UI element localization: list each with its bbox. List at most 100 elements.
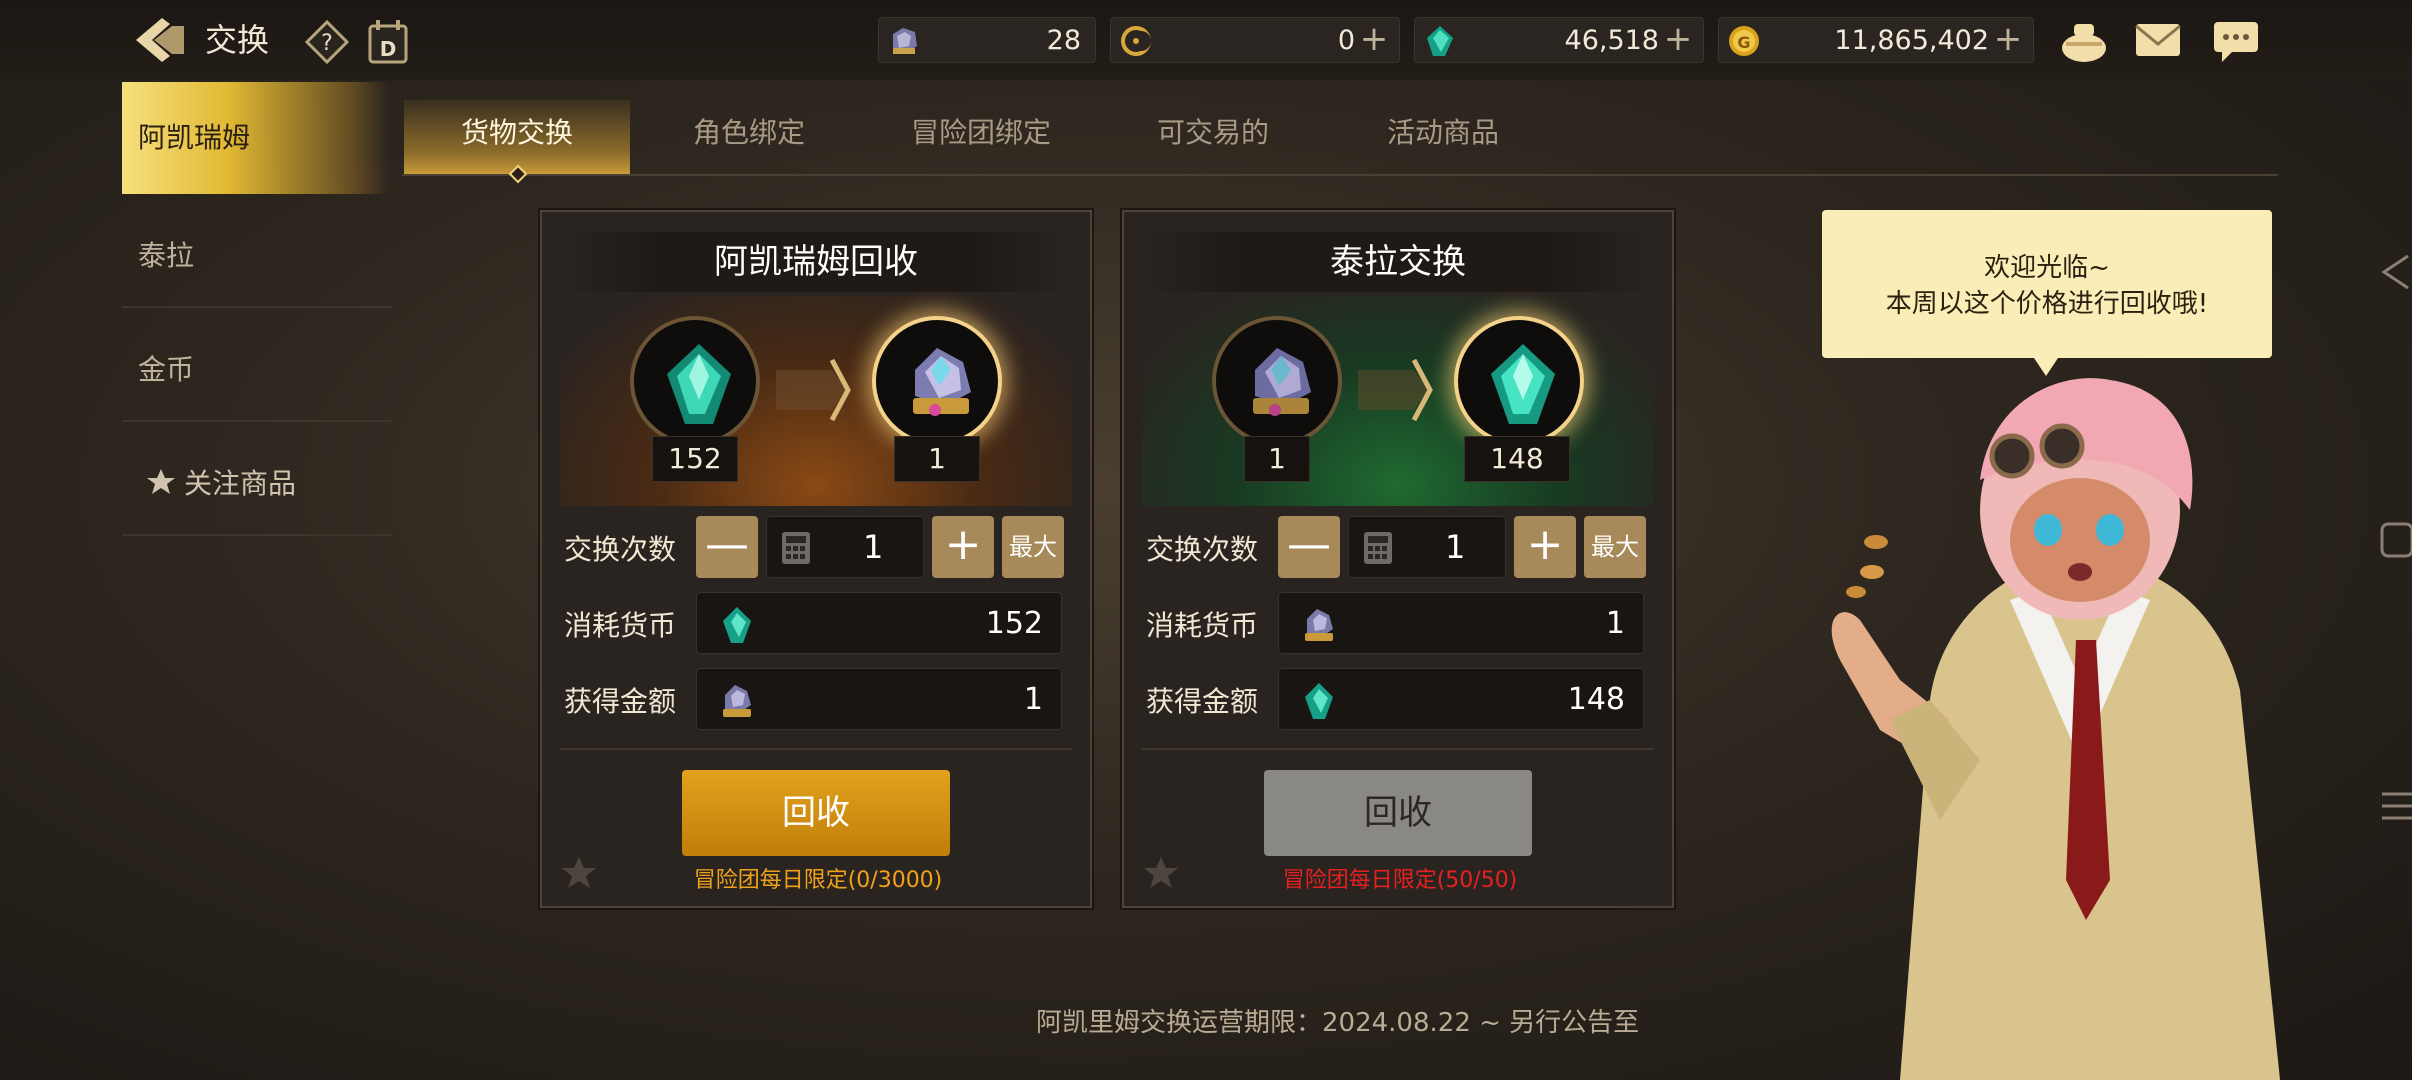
target-item	[872, 316, 1002, 446]
currency-value: 0	[1337, 25, 1355, 56]
footer-period-text: 阿凯里姆交换运营期限：2024.08.22 ~ 另行公告至	[1036, 1008, 1640, 1038]
back-icon[interactable]	[132, 14, 188, 66]
svg-text:?: ?	[321, 31, 333, 56]
green-gem-icon	[1427, 26, 1453, 56]
tabs-divider	[402, 174, 2278, 176]
target-item	[1454, 316, 1584, 446]
count-value: 1	[863, 528, 884, 566]
exchange-visual: 152 1	[560, 296, 1072, 506]
cost-value: 152	[985, 606, 1043, 641]
tab-character-bound[interactable]: 角色绑定	[636, 100, 862, 174]
svg-text:G: G	[1737, 33, 1750, 52]
sidebar-item-label: 金币	[138, 353, 195, 386]
currency-moon: 0 +	[1110, 17, 1400, 63]
increase-button[interactable]: +	[1514, 516, 1576, 578]
cost-label: 消耗货币	[1146, 609, 1259, 642]
help-icon[interactable]: ?	[304, 19, 350, 65]
fragment-crystal-icon	[1253, 348, 1311, 416]
source-item	[630, 316, 760, 446]
npc-message: 本周以这个价格进行回收哦!	[1885, 289, 2209, 319]
exchange-panel-akerim: 阿凯瑞姆回收 152 1 交换次数 — 1 + 最大 消耗货币 152 获得金额…	[538, 208, 1094, 910]
max-button[interactable]: 最大	[1584, 516, 1646, 578]
sidebar-item-label: 关注商品	[184, 467, 297, 500]
decrease-button[interactable]: —	[696, 516, 758, 578]
sidebar-item-tera[interactable]: 泰拉	[122, 196, 392, 308]
fragment-crystal-icon	[723, 685, 751, 717]
arrow-right-icon	[776, 350, 856, 430]
sidebar-item-label-wrap: 关注商品	[146, 462, 296, 502]
calculator-icon[interactable]	[1363, 531, 1393, 565]
currency-value: 46,518	[1564, 25, 1659, 56]
gain-field: 1	[696, 668, 1062, 730]
gain-value: 1	[1023, 682, 1043, 717]
divider	[560, 748, 1072, 750]
count-input[interactable]: 1	[766, 516, 924, 578]
green-gem-icon	[1491, 344, 1555, 424]
divider	[1142, 748, 1654, 750]
add-currency-button[interactable]: +	[1357, 22, 1391, 56]
cost-field: 152	[696, 592, 1062, 654]
npc-speech-bubble: 欢迎光临~ 本周以这个价格进行回收哦!	[1822, 210, 2272, 376]
moon-coin-icon	[1121, 26, 1151, 56]
target-quantity: 1	[894, 436, 980, 482]
target-quantity: 148	[1464, 436, 1570, 482]
gain-label: 获得金额	[564, 685, 677, 718]
gain-field: 148	[1278, 668, 1644, 730]
currency-gem: 46,518 +	[1414, 17, 1704, 63]
currency-gold: G 11,865,402 +	[1718, 17, 2034, 63]
tab-tradable[interactable]: 可交易的	[1100, 100, 1326, 174]
panel-title: 阿凯瑞姆回收	[560, 232, 1072, 292]
sidebar-item-label: 阿凯瑞姆	[138, 121, 251, 154]
source-item	[1212, 316, 1342, 446]
currency-fragment: 28	[878, 17, 1096, 63]
fragment-crystal-icon	[913, 348, 971, 416]
source-quantity: 152	[652, 436, 738, 482]
tab-adventure-bound[interactable]: 冒险团绑定	[868, 100, 1094, 174]
system-recents-icon[interactable]	[2378, 786, 2412, 826]
calculator-icon[interactable]	[781, 531, 811, 565]
exchange-panel-tera: 泰拉交换 1 148 交换次数 — 1 + 最大 消耗货币 1 获得金额 148…	[1120, 208, 1676, 910]
currency-value: 11,865,402	[1834, 25, 1989, 56]
count-label: 交换次数	[564, 533, 677, 566]
npc-character	[1831, 378, 2280, 1080]
chat-icon[interactable]	[2210, 14, 2262, 66]
cost-field: 1	[1278, 592, 1644, 654]
sidebar-item-favorites[interactable]: 关注商品	[122, 424, 392, 536]
count-value: 1	[1445, 528, 1466, 566]
green-gem-icon	[667, 344, 731, 424]
calendar-icon[interactable]: D	[366, 18, 410, 66]
sidebar-item-akerim[interactable]: 阿凯瑞姆	[122, 82, 390, 194]
star-icon	[147, 469, 175, 494]
sidebar-item-gold[interactable]: 金币	[122, 310, 392, 422]
pouch-icon[interactable]	[2058, 14, 2110, 66]
mail-icon[interactable]	[2132, 14, 2184, 66]
daily-limit-text: 冒险团每日限定(50/50)	[1282, 868, 1518, 893]
tab-goods-exchange[interactable]: 货物交换	[404, 100, 630, 174]
tab-event-goods[interactable]: 活动商品	[1330, 100, 1556, 174]
max-button[interactable]: 最大	[1002, 516, 1064, 578]
add-currency-button[interactable]: +	[1991, 22, 2025, 56]
exchange-visual: 1 148	[1142, 296, 1654, 506]
gain-label: 获得金额	[1146, 685, 1259, 718]
gold-coin-icon: G	[1729, 26, 1759, 56]
green-gem-icon	[723, 607, 751, 643]
daily-limit-text: 冒险团每日限定(0/3000)	[693, 868, 943, 893]
green-gem-icon	[1305, 683, 1333, 719]
count-label: 交换次数	[1146, 533, 1259, 566]
gain-value: 148	[1567, 682, 1625, 717]
system-home-icon[interactable]	[2378, 520, 2412, 560]
count-input[interactable]: 1	[1348, 516, 1506, 578]
system-back-icon[interactable]	[2378, 252, 2412, 292]
decrease-button[interactable]: —	[1278, 516, 1340, 578]
fragment-crystal-icon	[1305, 609, 1333, 641]
svg-text:D: D	[380, 37, 397, 61]
recycle-button[interactable]: 回收	[1264, 770, 1532, 856]
recycle-button[interactable]: 回收	[682, 770, 950, 856]
page-title: 交换	[205, 21, 270, 59]
currency-value: 28	[1046, 25, 1081, 56]
panel-title: 泰拉交换	[1142, 232, 1654, 292]
active-tab-indicator-icon	[508, 164, 528, 184]
cost-label: 消耗货币	[564, 609, 677, 642]
increase-button[interactable]: +	[932, 516, 994, 578]
add-currency-button[interactable]: +	[1661, 22, 1695, 56]
